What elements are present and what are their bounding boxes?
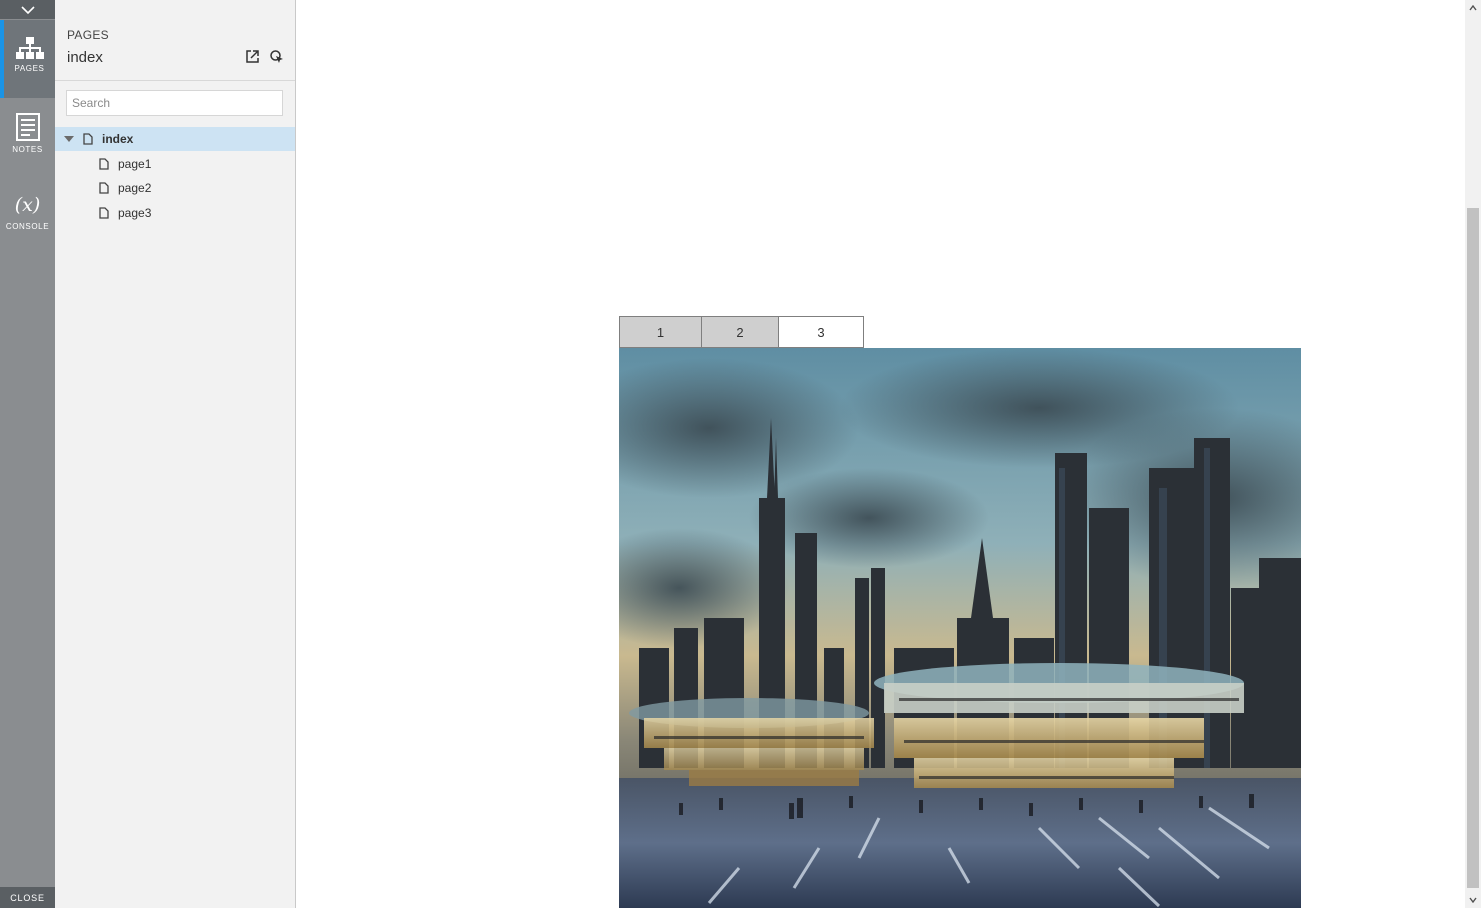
chevron-up-icon — [1469, 5, 1477, 11]
close-panel-button[interactable]: CLOSE — [0, 887, 55, 908]
chevron-down-icon — [20, 5, 35, 14]
tree-item-label: page1 — [118, 157, 152, 171]
tab-1[interactable]: 1 — [619, 316, 702, 348]
locate-icon — [270, 50, 283, 63]
tree-item-page2[interactable]: page2 — [55, 176, 295, 200]
page-icon — [99, 158, 109, 170]
tree-item-label: page3 — [118, 206, 152, 220]
variable-x-icon: (x) — [14, 194, 41, 216]
page-icon — [99, 182, 109, 194]
city-skyline-photo — [619, 348, 1301, 908]
rail-item-pages[interactable]: PAGES — [0, 20, 55, 98]
panel-heading: PAGES — [67, 28, 109, 42]
tree-item-index[interactable]: index — [55, 127, 295, 151]
notes-icon — [15, 113, 40, 141]
panel-divider — [55, 80, 295, 81]
page-icon — [99, 207, 109, 219]
export-icon — [246, 50, 259, 63]
scroll-down-button[interactable] — [1465, 892, 1481, 908]
sidebar-rail: PAGES NOTES (x) CONSOLE CLOSE — [0, 0, 55, 908]
search-input[interactable] — [66, 90, 283, 116]
expand-caret-icon[interactable] — [64, 136, 74, 142]
tree-item-label: index — [102, 132, 134, 146]
page-title: index — [67, 49, 103, 66]
scroll-up-button[interactable] — [1465, 0, 1481, 16]
panel-actions — [245, 49, 284, 64]
page-icon — [83, 133, 93, 145]
vertical-scrollbar[interactable] — [1465, 0, 1481, 908]
collapse-toggle-button[interactable] — [0, 0, 55, 19]
sitemap-icon — [15, 37, 44, 59]
export-button[interactable] — [245, 49, 260, 64]
tree-item-page1[interactable]: page1 — [55, 152, 295, 176]
tab-bar: 1 2 3 — [619, 316, 864, 348]
tree-item-page3[interactable]: page3 — [55, 201, 295, 225]
tab-2[interactable]: 2 — [701, 316, 779, 348]
rail-item-console-label: CONSOLE — [5, 222, 50, 231]
tab-3[interactable]: 3 — [778, 316, 864, 348]
pages-panel: PAGES index index page1 — [55, 0, 296, 908]
scrollbar-thumb[interactable] — [1467, 208, 1479, 888]
rail-item-notes-label: NOTES — [12, 145, 43, 154]
rail-item-pages-label: PAGES — [14, 64, 45, 73]
page-canvas: 1 2 3 — [296, 0, 1464, 908]
rail-item-notes[interactable]: NOTES — [0, 113, 55, 173]
chevron-down-icon — [1469, 897, 1477, 903]
locate-button[interactable] — [269, 49, 284, 64]
rail-item-console[interactable]: (x) CONSOLE — [0, 192, 55, 252]
tree-item-label: page2 — [118, 181, 152, 195]
